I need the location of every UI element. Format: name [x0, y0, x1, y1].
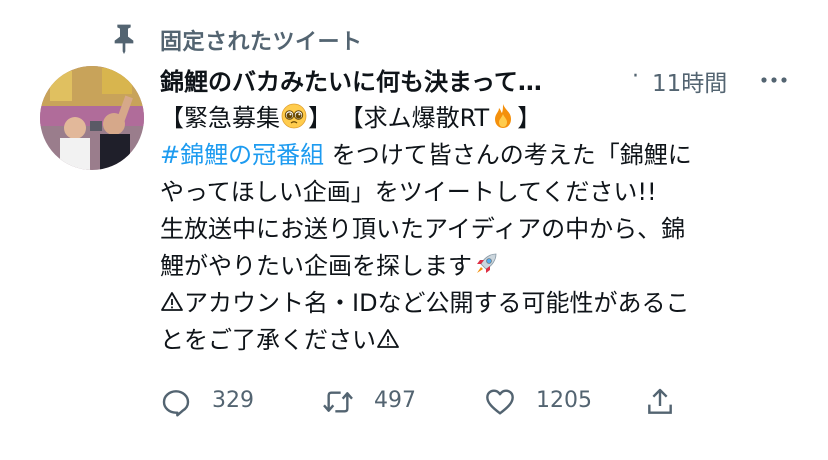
warning-icon [377, 329, 399, 348]
rocket-icon [477, 253, 497, 273]
tweet-timestamp[interactable]: 11時間 [652, 64, 727, 98]
like-button[interactable]: 1205 [484, 380, 604, 424]
reply-icon [162, 390, 190, 417]
tweet-line: やってほしい企画」をツイートしてください!! [160, 178, 657, 206]
share-button[interactable] [644, 380, 688, 424]
fire-icon [495, 104, 512, 128]
like-count: 1205 [536, 388, 592, 413]
hashtag-link[interactable]: #錦鯉の冠番組 [160, 141, 324, 169]
tweet-line: #錦鯉の冠番組 をつけて皆さんの考えた「錦鯉に [160, 141, 692, 169]
pinned-label: 固定されたツイート [160, 30, 363, 55]
tweet-line: 生放送中にお送り頂いたアイディアの中から、錦 [160, 215, 686, 243]
tweet-line: 鯉がやりたい企画を探します [160, 248, 800, 285]
reply-button[interactable]: 329 [160, 380, 280, 424]
heart-icon [486, 389, 514, 415]
warning-icon [161, 292, 183, 311]
reply-count: 329 [212, 388, 254, 413]
retweet-icon [323, 391, 353, 413]
share-icon [648, 388, 672, 414]
avatar-image [40, 66, 144, 170]
avatar[interactable] [40, 66, 144, 170]
tweet-line: とをご了承ください [160, 322, 800, 359]
pin-icon [114, 24, 134, 54]
retweet-button[interactable]: 497 [322, 380, 442, 424]
tweet-line: アカウント名・IDなど公開する可能性があるこ [160, 285, 800, 322]
pinned-tweet-indicator: 固定されたツイート [0, 20, 828, 56]
tweet-actions: 329 497 1205 [160, 380, 800, 424]
tweet-line: 【緊急募集 】 【求ム爆散RT 】 [160, 103, 542, 132]
tweet-text: 【緊急募集 】 【求ム爆散RT 】 #錦鯉の冠番組 をつけて皆さんの考えた「錦鯉… [160, 100, 800, 359]
retweet-count: 497 [374, 388, 416, 413]
author-name[interactable]: 錦鯉のバカみたいに何も決まって… [160, 62, 610, 97]
tweet-header: 錦鯉のバカみたいに何も決まって… · 11時間 [160, 60, 800, 100]
separator-dot: · [632, 64, 639, 89]
more-options-icon[interactable] [758, 70, 790, 90]
pleading-face-icon [281, 103, 307, 129]
